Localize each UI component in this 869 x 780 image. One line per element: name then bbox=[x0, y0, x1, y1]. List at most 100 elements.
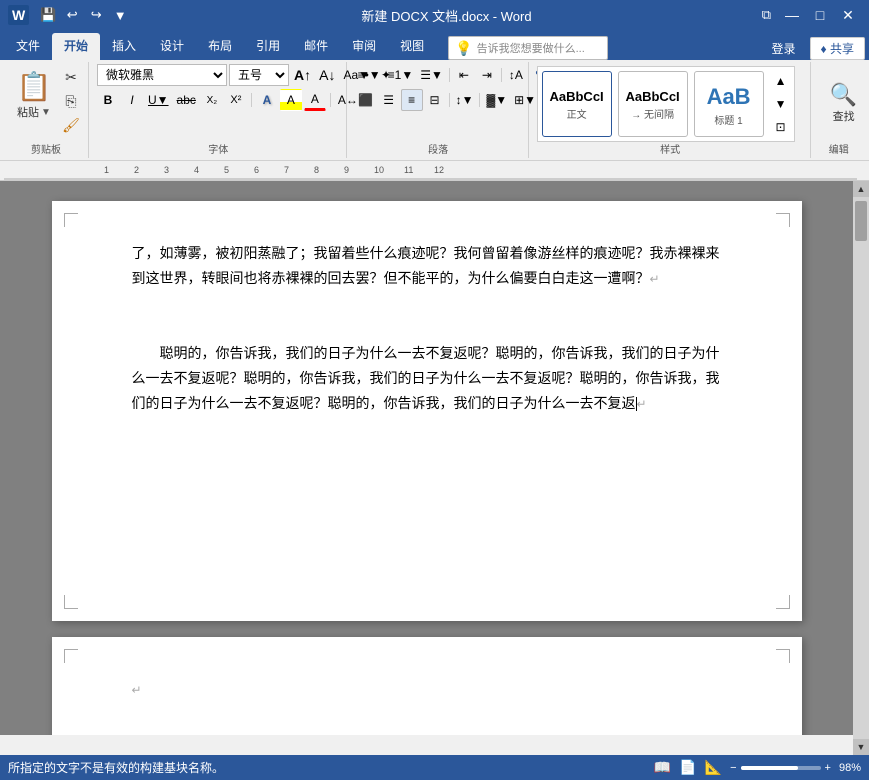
redo-btn[interactable]: ↪ bbox=[85, 4, 107, 26]
paragraph-label: 段落 bbox=[349, 141, 528, 156]
text-effect-btn[interactable]: A bbox=[256, 89, 278, 111]
styles-expand[interactable]: ⊡ bbox=[770, 117, 792, 137]
tab-file[interactable]: 文件 bbox=[4, 33, 52, 60]
tab-insert[interactable]: 插入 bbox=[100, 33, 148, 60]
sort-btn[interactable]: ↕A bbox=[505, 64, 527, 86]
scroll-down-btn[interactable]: ▼ bbox=[853, 739, 869, 755]
styles-scroll-up[interactable]: ▲ bbox=[770, 71, 792, 91]
restore-maximize-btn[interactable]: □ bbox=[807, 3, 833, 27]
close-btn[interactable]: ✕ bbox=[835, 3, 861, 27]
clipboard-label: 剪贴板 bbox=[4, 141, 88, 156]
font-color-btn[interactable]: A bbox=[304, 89, 326, 111]
customize-btn[interactable]: ▼ bbox=[109, 4, 131, 26]
paste-label: 粘贴 bbox=[17, 104, 39, 120]
page-1: 了，如薄雾，被初阳蒸融了；我留着些什么痕迹呢？我何曾留着像游丝样的痕迹呢？我赤裸… bbox=[52, 201, 802, 621]
tab-mailings[interactable]: 邮件 bbox=[292, 33, 340, 60]
align-center-btn[interactable]: ☰ bbox=[378, 89, 400, 111]
strikethrough-btn[interactable]: abc bbox=[174, 89, 199, 111]
tell-me-icon: 💡 bbox=[455, 40, 472, 57]
align-right-btn[interactable]: ≡ bbox=[401, 89, 423, 111]
align-left-btn[interactable]: ⬛ bbox=[355, 89, 377, 111]
highlight-btn[interactable]: A bbox=[280, 89, 302, 111]
zoom-out-btn[interactable]: − bbox=[730, 762, 736, 774]
tab-home[interactable]: 开始 bbox=[52, 33, 100, 60]
svg-text:2: 2 bbox=[134, 165, 139, 175]
numbering-btn[interactable]: ≡1▼ bbox=[385, 64, 417, 86]
quick-access-toolbar: 💾 ↩ ↪ ▼ bbox=[37, 4, 131, 26]
word-icon: W bbox=[8, 5, 29, 25]
styles-label: 样式 bbox=[531, 141, 810, 156]
paste-icon: 📋 bbox=[16, 68, 52, 104]
tab-design[interactable]: 设计 bbox=[148, 33, 196, 60]
share-btn[interactable]: ♦ 共享 bbox=[810, 37, 865, 60]
justify-btn[interactable]: ⊟ bbox=[424, 89, 446, 111]
para-row-1: ≡•▼ ≡1▼ ☰▼ ⇤ ⇥ ↕A ¶ bbox=[355, 64, 550, 86]
ribbon-tabs: 文件 开始 插入 设计 布局 引用 邮件 审阅 视图 💡 告诉我您想要做什么..… bbox=[0, 30, 869, 60]
subscript-btn[interactable]: X₂ bbox=[201, 89, 223, 111]
ruler: 123 456 789 101112 bbox=[0, 161, 869, 181]
tab-layout[interactable]: 布局 bbox=[196, 33, 244, 60]
view-read-btn[interactable]: 📖 bbox=[654, 759, 671, 776]
status-bar: 所指定的文字不是有效的构建基块名称。 📖 📄 📐 − + 98% bbox=[0, 755, 869, 780]
tab-references[interactable]: 引用 bbox=[244, 33, 292, 60]
styles-group: AaBbCcI 正文 AaBbCcI → 无间隔 AaB 标题 1 ▲ ▼ ⊡ … bbox=[531, 62, 811, 158]
page-1-content[interactable]: 了，如薄雾，被初阳蒸融了；我留着些什么痕迹呢？我何曾留着像游丝样的痕迹呢？我赤裸… bbox=[132, 241, 722, 416]
vertical-scrollbar[interactable]: ▲ ▼ bbox=[853, 181, 869, 755]
font-grow-btn[interactable]: A↑ bbox=[291, 64, 314, 86]
style-normal[interactable]: AaBbCcI 正文 bbox=[542, 71, 612, 137]
paste-dropdown-arrow[interactable]: ▼ bbox=[41, 107, 51, 118]
svg-text:12: 12 bbox=[434, 165, 444, 175]
decrease-indent-btn[interactable]: ⇤ bbox=[453, 64, 475, 86]
bullets-btn[interactable]: ≡•▼ bbox=[355, 64, 384, 86]
window-title: 新建 DOCX 文档.docx - Word bbox=[131, 6, 761, 25]
restore-btn[interactable]: ⧉ bbox=[762, 7, 771, 23]
save-quick-btn[interactable]: 💾 bbox=[37, 4, 59, 26]
multilevel-btn[interactable]: ☰▼ bbox=[417, 64, 446, 86]
page-2: ↵ bbox=[52, 637, 802, 735]
styles-scroll-down[interactable]: ▼ bbox=[770, 94, 792, 114]
superscript-btn[interactable]: X² bbox=[225, 89, 247, 111]
underline-btn[interactable]: U▼ bbox=[145, 89, 172, 111]
doc-wrapper: 了，如薄雾，被初阳蒸融了；我留着些什么痕迹呢？我何曾留着像游丝样的痕迹呢？我赤裸… bbox=[0, 181, 869, 755]
svg-text:6: 6 bbox=[254, 165, 259, 175]
font-size-select[interactable]: 五号 bbox=[229, 64, 289, 86]
view-print-btn[interactable]: 📄 bbox=[679, 759, 696, 776]
undo-btn[interactable]: ↩ bbox=[61, 4, 83, 26]
bold-btn[interactable]: B bbox=[97, 89, 119, 111]
para-mark-3: ↵ bbox=[637, 397, 647, 411]
font-shrink-btn[interactable]: A↓ bbox=[316, 64, 338, 86]
para-mark-1: ↵ bbox=[650, 272, 660, 286]
minimize-btn[interactable]: — bbox=[779, 3, 805, 27]
find-btn[interactable]: 🔍 查找 bbox=[819, 78, 869, 128]
paragraph-2 bbox=[132, 303, 722, 328]
scroll-thumb[interactable] bbox=[855, 201, 867, 241]
scroll-up-btn[interactable]: ▲ bbox=[853, 181, 869, 197]
italic-btn[interactable]: I bbox=[121, 89, 143, 111]
svg-text:4: 4 bbox=[194, 165, 199, 175]
shading-btn[interactable]: ▓▼ bbox=[483, 89, 510, 111]
copy-btn[interactable]: ⎘ bbox=[60, 90, 82, 112]
corner-bl-1 bbox=[64, 595, 78, 609]
zoom-slider[interactable] bbox=[741, 766, 821, 770]
page-2-content[interactable]: ↵ bbox=[132, 677, 722, 702]
zoom-level[interactable]: 98% bbox=[839, 762, 861, 774]
cut-btn[interactable]: ✂ bbox=[60, 66, 82, 88]
zoom-in-btn[interactable]: + bbox=[825, 762, 831, 774]
svg-text:3: 3 bbox=[164, 165, 169, 175]
tab-view[interactable]: 视图 bbox=[388, 33, 436, 60]
paste-btn[interactable]: 📋 粘贴 ▼ bbox=[10, 64, 58, 124]
tell-me-box[interactable]: 💡 告诉我您想要做什么... bbox=[448, 36, 608, 60]
font-name-select[interactable]: 微软雅黑 bbox=[97, 64, 227, 86]
style-nospace[interactable]: AaBbCcI → 无间隔 bbox=[618, 71, 688, 137]
login-btn[interactable]: 登录 bbox=[764, 38, 804, 59]
ruler-svg: 123 456 789 101112 bbox=[4, 161, 857, 181]
view-web-btn[interactable]: 📐 bbox=[705, 759, 722, 776]
find-icon: 🔍 bbox=[830, 82, 857, 108]
increase-indent-btn[interactable]: ⇥ bbox=[476, 64, 498, 86]
font-group: 微软雅黑 五号 A↑ A↓ Aa▼ ✦ B I U▼ abc X₂ X² A A bbox=[91, 62, 347, 158]
tab-review[interactable]: 审阅 bbox=[340, 33, 388, 60]
format-painter-btn[interactable]: 🖌 bbox=[60, 114, 82, 136]
style-h1[interactable]: AaB 标题 1 bbox=[694, 71, 764, 137]
line-spacing-btn[interactable]: ↕▼ bbox=[453, 89, 477, 111]
styles-scroll-nav: ▲ ▼ ⊡ bbox=[770, 71, 792, 137]
